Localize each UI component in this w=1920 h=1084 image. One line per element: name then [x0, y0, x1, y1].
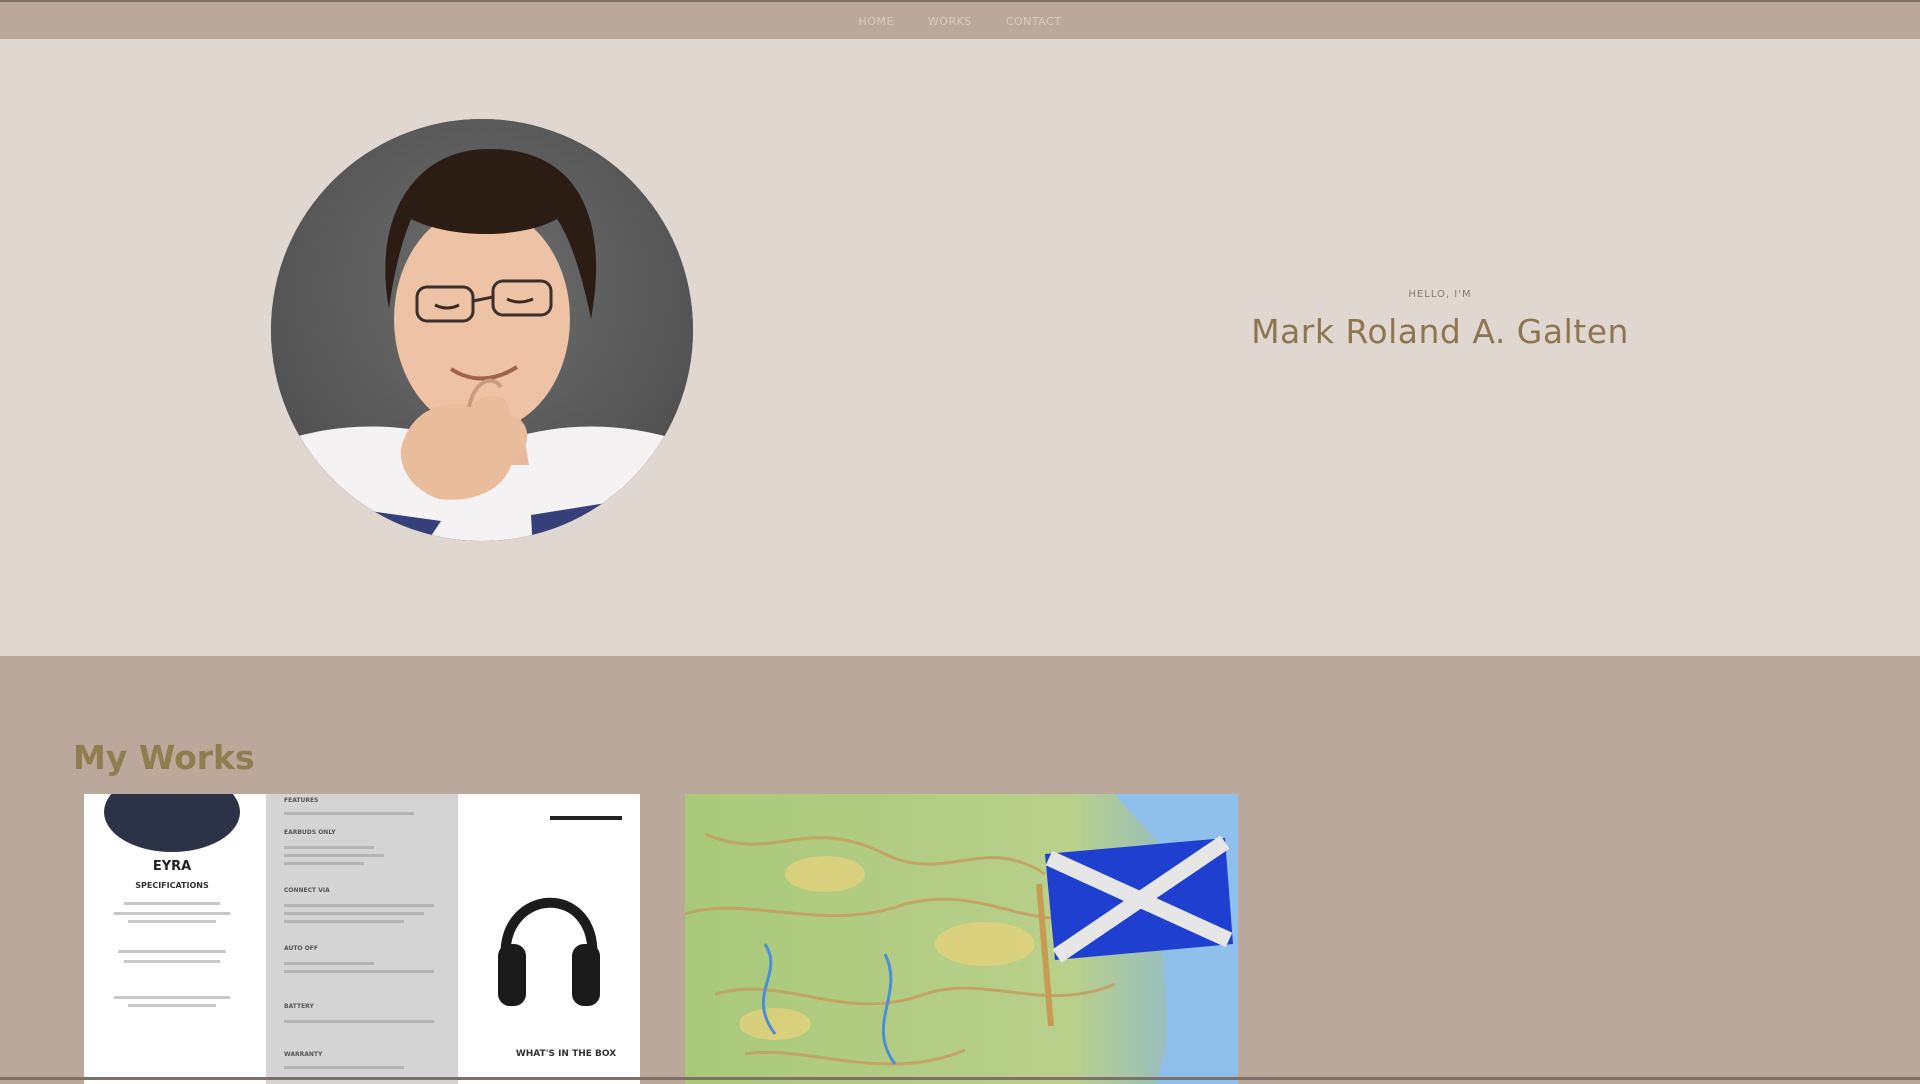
brochure-heading: EYRA: [153, 859, 191, 874]
nav-home-link[interactable]: HOME: [859, 15, 894, 28]
nav-contact-link[interactable]: CONTACT: [1006, 15, 1062, 28]
brochure-label-earbuds: EARBUDS ONLY: [284, 829, 336, 836]
brochure-label-features: FEATURES: [284, 797, 318, 804]
hero-greeting: HELLO, I'M: [1408, 289, 1472, 300]
hero-section: HELLO, I'M Mark Roland A. Galten: [0, 39, 1920, 656]
top-nav: HOME WORKS CONTACT: [0, 0, 1920, 39]
map-thumbnail: [685, 794, 1238, 1084]
profile-photo: [271, 119, 693, 541]
brochure-label-autooff: AUTO OFF: [284, 945, 318, 952]
hero-name: Mark Roland A. Galten: [1251, 312, 1629, 351]
nav-works-link[interactable]: WORKS: [928, 15, 972, 28]
brochure-label-box: WHAT'S IN THE BOX: [516, 1049, 616, 1059]
profile-photo-illustration: [271, 119, 693, 541]
brochure-label-warranty: WARRANTY: [284, 1051, 323, 1058]
brochure-label-connect: CONNECT VIA: [284, 887, 330, 894]
brochure-thumbnail: EYRA SPECIFICATIONS FEATURES EARBUDS ONL…: [84, 794, 640, 1084]
brochure-subheading: SPECIFICATIONS: [135, 881, 209, 890]
work-card-brochure[interactable]: EYRA SPECIFICATIONS FEATURES EARBUDS ONL…: [84, 794, 640, 1084]
hero-intro: HELLO, I'M Mark Roland A. Galten: [1140, 289, 1740, 351]
work-card-map[interactable]: [685, 794, 1238, 1084]
works-title: My Works: [73, 738, 255, 777]
brochure-label-battery: BATTERY: [284, 1003, 314, 1010]
works-section: My Works EYRA SPECIFICATIONS FEATURES EA…: [0, 656, 1920, 1084]
